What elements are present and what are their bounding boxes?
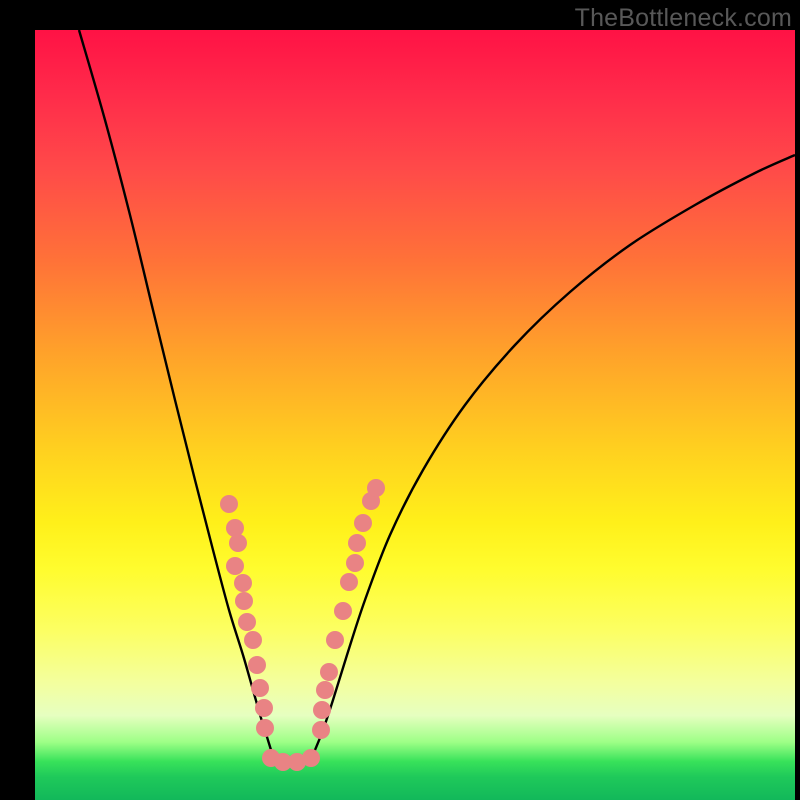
scatter-dots xyxy=(220,479,385,771)
scatter-dot xyxy=(248,656,266,674)
plot-area xyxy=(35,30,795,800)
scatter-dot xyxy=(238,613,256,631)
scatter-dot xyxy=(346,554,364,572)
watermark-text: TheBottleneck.com xyxy=(575,4,792,33)
scatter-dot xyxy=(348,534,366,552)
chart-stage: TheBottleneck.com xyxy=(0,0,800,800)
curve-left-branch xyxy=(79,30,271,750)
scatter-dot xyxy=(255,699,273,717)
scatter-dot xyxy=(226,519,244,537)
scatter-dot xyxy=(354,514,372,532)
scatter-dot xyxy=(226,557,244,575)
scatter-dot xyxy=(320,663,338,681)
scatter-dot xyxy=(234,574,252,592)
scatter-dot xyxy=(316,681,334,699)
scatter-dot xyxy=(326,631,344,649)
scatter-dot xyxy=(251,679,269,697)
scatter-dot xyxy=(235,592,253,610)
scatter-dot xyxy=(244,631,262,649)
scatter-dot xyxy=(340,573,358,591)
curves-svg xyxy=(35,30,795,800)
scatter-dot xyxy=(229,534,247,552)
scatter-dot xyxy=(256,719,274,737)
curve-right-branch xyxy=(315,155,795,750)
scatter-dot xyxy=(302,749,320,767)
scatter-dot xyxy=(313,701,331,719)
scatter-dot xyxy=(367,479,385,497)
scatter-dot xyxy=(220,495,238,513)
scatter-dot xyxy=(312,721,330,739)
scatter-dot xyxy=(334,602,352,620)
